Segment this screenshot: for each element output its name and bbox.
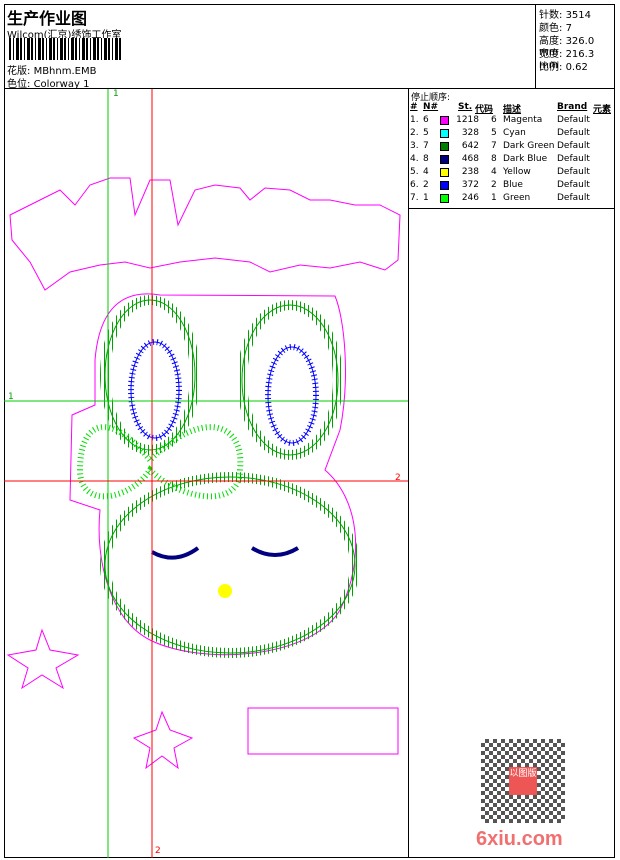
brand: Default (557, 167, 590, 177)
needle-number: 2 (423, 180, 429, 190)
brand: Default (557, 141, 590, 151)
row-index: 7. (410, 193, 419, 203)
star-bottom (132, 710, 194, 770)
color-swatch (440, 155, 449, 164)
needle-number: 5 (423, 128, 429, 138)
color-swatch (440, 129, 449, 138)
left-ear (100, 295, 200, 455)
seal: 以图版 (509, 767, 537, 795)
stitch-count: 642 (461, 141, 479, 151)
color-swatch (440, 142, 449, 151)
brand: Default (557, 115, 590, 125)
needle-number: 6 (423, 115, 429, 125)
header-panel: 生产作业图 Wilcom(汇京)绣饰工作室 花版: MBhnm.EMB 色位: … (4, 4, 536, 90)
brand: Default (557, 193, 590, 203)
color-code: 1 (491, 193, 497, 203)
needle-number: 8 (423, 154, 429, 164)
name-box (247, 707, 399, 755)
right-eye (250, 546, 300, 557)
col-header: 代码 (475, 105, 494, 115)
right-ear (237, 300, 343, 460)
color-sequence-table: 停止顺序: # N# St. 代码 描述 Brand 元素 1. 6 1218 6 Ma… (409, 89, 615, 209)
table-row: 1. 6 1218 6 Magenta Default (409, 115, 615, 128)
stitch-count: 468 (461, 154, 479, 164)
colorway: 色位: Colorway 1 (7, 75, 89, 90)
color-swatch (440, 194, 449, 203)
info-panel: 针数: 3514 颜色: 7 高度: 326.0 mm 宽度: 216.3 mm… (535, 4, 615, 89)
watermark-logo: 6xiu.com (476, 828, 563, 850)
nose (218, 584, 232, 598)
guide-label: 1 (113, 89, 119, 99)
row-index: 2. (410, 128, 419, 138)
color-code: 6 (491, 115, 497, 125)
stitch-count: 238 (461, 167, 479, 177)
table-row: 7. 1 246 1 Green Default (409, 193, 615, 206)
color-code: 5 (491, 128, 497, 138)
color-code: 4 (491, 167, 497, 177)
color-swatch (440, 181, 449, 190)
embroidery-preview (4, 89, 408, 858)
color-description: Blue (503, 180, 523, 190)
col-header: 元素 (593, 105, 612, 115)
table-row: 6. 2 372 2 Blue Default (409, 180, 615, 193)
color-swatch (440, 168, 449, 177)
color-description: Cyan (503, 128, 526, 138)
info-scale: 比例: 0.62 (539, 58, 588, 73)
stitch-count: 372 (461, 180, 479, 190)
brand: Default (557, 180, 590, 190)
color-description: Magenta (503, 115, 543, 125)
table-row: 3. 7 642 7 Dark Green Default (409, 141, 615, 154)
needle-number: 4 (423, 167, 429, 177)
row-index: 6. (410, 180, 419, 190)
stitch-count: 328 (461, 128, 479, 138)
row-index: 4. (410, 154, 419, 164)
color-code: 2 (491, 180, 497, 190)
info-value: 0.62 (565, 62, 588, 73)
left-eye (151, 546, 200, 560)
color-description: Yellow (503, 167, 531, 177)
table-row: 5. 4 238 4 Yellow Default (409, 167, 615, 180)
table-row: 4. 8 468 8 Dark Blue Default (409, 154, 615, 167)
color-code: 8 (491, 154, 497, 164)
barcode (9, 38, 122, 60)
col-header: N# (423, 102, 439, 112)
info-label: 比例: (539, 62, 563, 73)
col-header: Brand (557, 102, 588, 112)
guide-label: 1 (8, 392, 14, 402)
color-description: Dark Blue (503, 154, 548, 164)
guide-label: 2 (395, 473, 401, 483)
welcome-outline (9, 177, 401, 291)
qr-code: 以图版 (481, 739, 565, 823)
color-description: Green (503, 193, 531, 203)
color-description: Dark Green (503, 141, 555, 151)
guide-label: 2 (155, 846, 161, 856)
needle-number: 1 (423, 193, 429, 203)
row-index: 3. (410, 141, 419, 151)
needle-number: 7 (423, 141, 429, 151)
brand: Default (557, 128, 590, 138)
col-header: # (410, 102, 418, 112)
row-index: 1. (410, 115, 419, 125)
color-swatch (440, 116, 449, 125)
brand: Default (557, 154, 590, 164)
star-left (6, 628, 80, 690)
row-index: 5. (410, 167, 419, 177)
col-header: St. (458, 102, 473, 112)
stitch-count: 246 (461, 193, 479, 203)
col-header: 描述 (503, 105, 522, 115)
color-code: 7 (491, 141, 497, 151)
table-row: 2. 5 328 5 Cyan Default (409, 128, 615, 141)
stitch-count: 1218 (456, 115, 479, 125)
design-canvas: 1 1 2 2 (4, 89, 409, 858)
table-header: # N# St. 代码 描述 Brand 元素 (409, 102, 615, 115)
head (100, 472, 360, 658)
